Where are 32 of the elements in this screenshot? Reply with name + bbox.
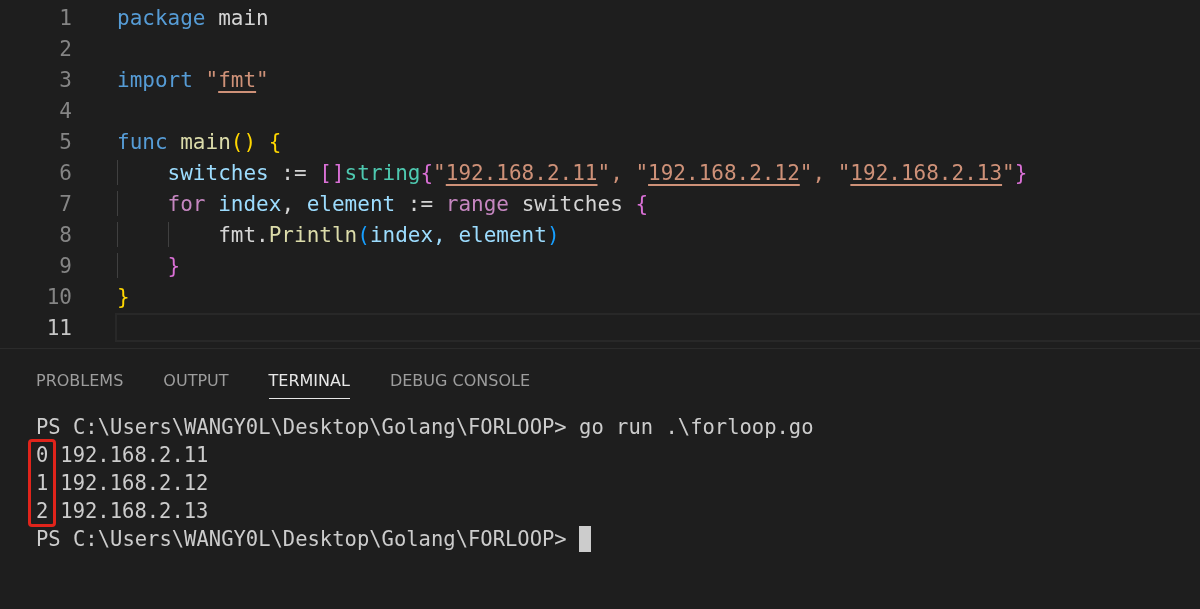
panel-tab[interactable]: DEBUG CONSOLE: [389, 371, 530, 399]
terminal-prompt: PS C:\Users\WANGY0L\Desktop\Golang\FORLOOP>: [36, 526, 567, 553]
code-line: import "fmt": [117, 67, 269, 92]
output-index: 2: [36, 498, 49, 525]
line-number: 2: [58, 36, 72, 61]
output-index: 1: [36, 470, 49, 497]
line-number: 9: [58, 253, 72, 278]
code-line: package main: [117, 5, 269, 30]
line-number: 8: [58, 222, 72, 247]
line-number: 1: [58, 5, 72, 30]
output-value: 192.168.2.13: [60, 498, 209, 525]
line-number: 5: [58, 129, 72, 154]
code-line: func main() {: [117, 129, 282, 154]
code-line: for index, element := range switches {: [166, 191, 649, 216]
panel-tab[interactable]: OUTPUT: [163, 371, 229, 399]
code-line: fmt.Println(index, element): [217, 222, 560, 247]
line-number: 11: [45, 315, 72, 340]
line-number: 7: [58, 191, 72, 216]
code-line: }: [117, 284, 130, 309]
panel-tab[interactable]: PROBLEMS: [36, 371, 124, 399]
code-line: switches := []string{"192.168.2.11", "192.168.2.12", "192.168.2.13"}: [166, 160, 1028, 185]
code-line: }: [166, 253, 181, 278]
line-number: 4: [58, 98, 72, 123]
line-number: 10: [45, 284, 72, 309]
line-number: 6: [58, 160, 72, 185]
terminal-cursor: [578, 526, 591, 552]
terminal-line: PS C:\Users\WANGY0L\Desktop\Golang\FORLOOP> go run .\forloop.go: [36, 414, 815, 441]
output-value: 192.168.2.12: [60, 470, 209, 497]
panel-tab[interactable]: TERMINAL: [268, 371, 350, 399]
output-index: 0: [36, 442, 49, 469]
line-number: 3: [58, 67, 72, 92]
output-value: 192.168.2.11: [60, 442, 209, 469]
